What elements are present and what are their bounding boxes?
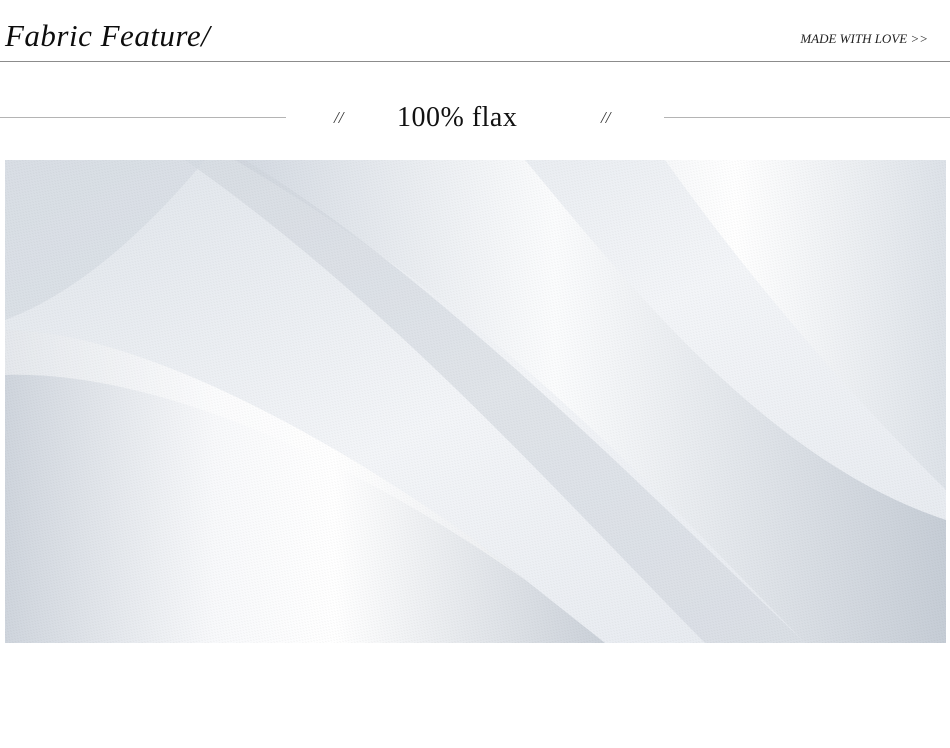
fabric-closeup-photo xyxy=(5,160,946,643)
fabric-composition-label: 100% flax xyxy=(397,102,518,133)
subtitle-row: // 100% flax // xyxy=(0,96,950,140)
fabric-folds-illustration xyxy=(5,160,946,643)
page-header: Fabric Feature/ MADE WITH LOVE >> xyxy=(0,0,950,62)
left-divider-line xyxy=(0,117,286,118)
section-title: Fabric Feature/ xyxy=(5,18,211,53)
right-slash-mark: // xyxy=(601,108,611,127)
left-slash-mark: // xyxy=(334,108,344,127)
right-divider-line xyxy=(664,117,950,118)
tagline-link[interactable]: MADE WITH LOVE >> xyxy=(800,30,928,48)
